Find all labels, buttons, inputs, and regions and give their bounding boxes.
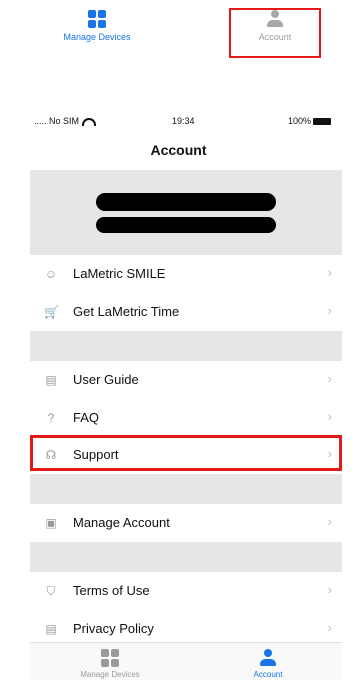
chevron-right-icon: ›: [327, 514, 332, 529]
list-item-label: Get LaMetric Time: [73, 304, 180, 319]
tab-manage-devices-label: Manage Devices: [63, 32, 131, 42]
support-highlight: [30, 435, 342, 471]
account-tab-highlight: [229, 8, 321, 58]
chevron-right-icon: ›: [327, 620, 332, 635]
redacted-name: [96, 193, 276, 211]
status-bar: ..... No SIM 19:34 100%: [0, 112, 357, 132]
carrier-text: ..... No SIM: [34, 116, 80, 126]
chevron-right-icon: ›: [327, 582, 332, 597]
list-item-terms[interactable]: ⛉ Terms of Use ›: [30, 572, 342, 611]
bottom-tab-bar: Manage Devices Account: [30, 642, 342, 680]
id-card-icon: ▣: [45, 516, 57, 530]
cart-icon: 🛒: [44, 305, 59, 319]
battery-text: 100%: [287, 116, 311, 126]
list-item-label: Manage Account: [73, 515, 170, 530]
question-icon: ?: [47, 411, 55, 425]
chevron-right-icon: ›: [327, 303, 332, 318]
list-item-label: User Guide: [73, 372, 139, 387]
document-icon: ▤: [45, 373, 57, 387]
list-item-label: Privacy Policy: [73, 621, 154, 636]
grid-icon: [101, 649, 119, 667]
chevron-right-icon: ›: [327, 371, 332, 386]
list-item-user-guide[interactable]: ▤ User Guide ›: [30, 361, 342, 400]
list-item-manage-account[interactable]: ▣ Manage Account ›: [30, 504, 342, 543]
list-item-label: LaMetric SMILE: [73, 266, 166, 281]
wifi-icon: [82, 117, 97, 126]
redacted-email: [96, 217, 276, 233]
tab-manage-devices-top[interactable]: Manage Devices: [42, 6, 152, 58]
list-item-label: FAQ: [73, 410, 100, 425]
tab-account[interactable]: Account: [228, 645, 308, 697]
list-item-get-lametric-time[interactable]: 🛒 Get LaMetric Time ›: [30, 293, 342, 332]
page-title: Account: [150, 142, 207, 158]
tab-account-label: Account: [253, 670, 283, 679]
list-doc-icon: ▤: [45, 622, 57, 636]
tab-manage-devices[interactable]: Manage Devices: [70, 645, 150, 697]
section-separator: [30, 331, 342, 361]
tab-manage-devices-label: Manage Devices: [80, 670, 140, 679]
chevron-right-icon: ›: [327, 409, 332, 424]
grid-icon: [88, 10, 106, 28]
person-icon: [259, 649, 277, 667]
profile-header: [30, 170, 342, 255]
shield-icon: ⛉: [46, 584, 56, 598]
chevron-right-icon: ›: [327, 265, 332, 280]
list-item-faq[interactable]: ? FAQ ›: [30, 399, 342, 438]
battery-icon: [313, 118, 331, 126]
list-item-lametric-smile[interactable]: ☺ LaMetric SMILE ›: [30, 255, 342, 294]
section-separator: [30, 474, 342, 504]
top-tab-bar: Manage Devices Account: [0, 0, 357, 62]
section-separator: [30, 542, 342, 572]
list-item-label: Terms of Use: [73, 583, 150, 598]
robot-face-icon: ☺: [44, 267, 58, 281]
clock-text: 19:34: [172, 116, 195, 126]
